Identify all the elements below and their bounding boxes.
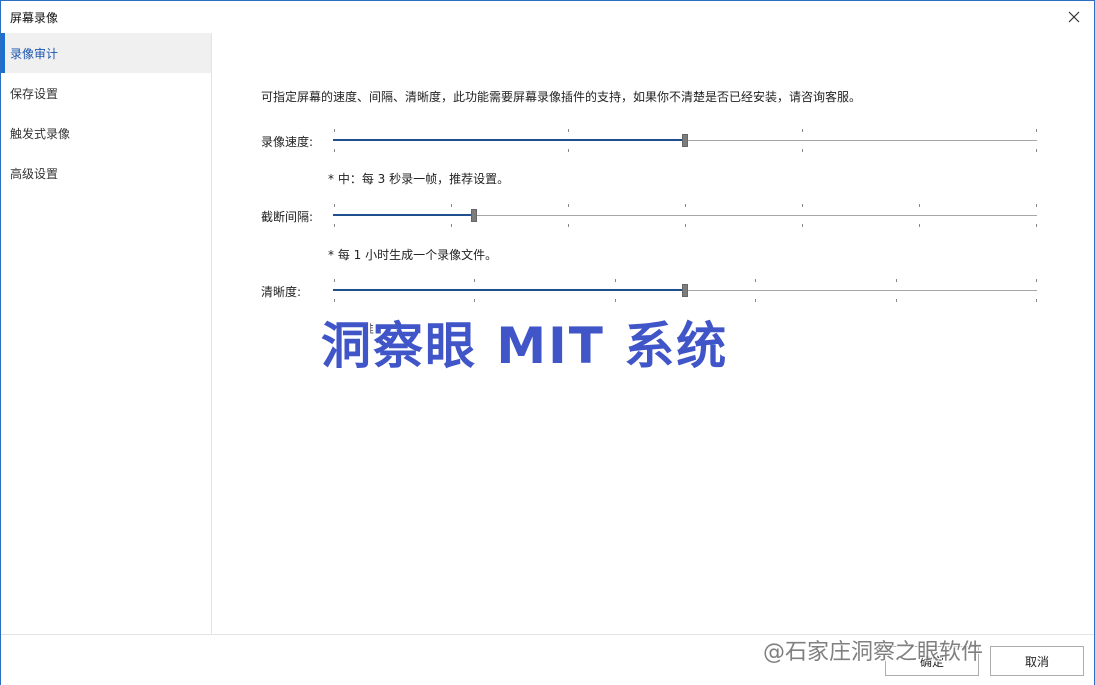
slider-tick: [802, 129, 803, 132]
slider-tick: [334, 149, 335, 152]
slider-tick: [568, 149, 569, 152]
window-title: 屏幕录像: [10, 11, 59, 25]
slider-fill: [333, 289, 685, 291]
slider-tick: [1036, 149, 1037, 152]
interval-note: * 每 1 小时生成一个录像文件。: [328, 248, 498, 262]
slider-tick: [1036, 224, 1037, 227]
slider-tick: [334, 224, 335, 227]
sidebar-item-advanced-settings[interactable]: 高级设置: [1, 153, 211, 193]
close-icon: [1068, 11, 1080, 23]
speed-slider[interactable]: [333, 129, 1037, 153]
slider-tick: [568, 224, 569, 227]
slider-tick: [685, 204, 686, 207]
slider-tick: [802, 204, 803, 207]
slider-tick: [919, 224, 920, 227]
slider-tick: [802, 224, 803, 227]
slider-tick: [568, 204, 569, 207]
sidebar-item-triggered-recording[interactable]: 触发式录像: [1, 113, 211, 153]
slider-thumb[interactable]: [682, 284, 688, 297]
interval-slider[interactable]: [333, 204, 1037, 228]
slider-tick: [896, 279, 897, 282]
slider-tick: [1036, 129, 1037, 132]
feature-description: 可指定屏幕的速度、间隔、清晰度，此功能需要屏幕录像插件的支持，如果你不清楚是否已…: [261, 90, 862, 104]
slider-tick: [474, 279, 475, 282]
slider-tick: [1036, 204, 1037, 207]
speed-note: * 中：每 3 秒录一帧，推荐设置。: [328, 172, 510, 186]
sidebar-item-label: 触发式录像: [10, 127, 71, 141]
sidebar: 录像审计 保存设置 触发式录像 高级设置: [1, 33, 212, 634]
slider-fill: [333, 214, 474, 216]
slider-tick: [615, 279, 616, 282]
sidebar-item-label: 保存设置: [10, 87, 59, 101]
clarity-slider[interactable]: [333, 279, 1037, 303]
slider-fill: [333, 139, 685, 141]
slider-tick: [334, 279, 335, 282]
slider-tick: [334, 129, 335, 132]
speed-label: 录像速度:: [261, 135, 314, 149]
slider-tick: [568, 129, 569, 132]
slider-tick: [896, 299, 897, 302]
watermark-title: 洞察眼 MIT 系统: [321, 317, 729, 375]
slider-tick: [615, 299, 616, 302]
slider-tick: [685, 224, 686, 227]
slider-tick: [451, 204, 452, 207]
slider-tick: [451, 224, 452, 227]
slider-thumb[interactable]: [682, 134, 688, 147]
slider-tick: [334, 204, 335, 207]
title-bar: 屏幕录像: [1, 1, 1094, 33]
slider-tick: [1036, 299, 1037, 302]
sidebar-item-save-settings[interactable]: 保存设置: [1, 73, 211, 113]
slider-tick: [334, 299, 335, 302]
slider-tick: [919, 204, 920, 207]
close-button[interactable]: [1054, 1, 1094, 33]
watermark-corner: @石家庄洞察之眼软件: [763, 640, 984, 665]
slider-tick: [755, 299, 756, 302]
sidebar-item-recording-audit[interactable]: 录像审计: [1, 33, 211, 73]
slider-tick: [474, 299, 475, 302]
slider-tick: [1036, 279, 1037, 282]
slider-thumb[interactable]: [470, 209, 477, 222]
interval-label: 截断间隔:: [261, 210, 314, 224]
slider-tick: [802, 149, 803, 152]
cancel-button[interactable]: 取消: [990, 646, 1084, 676]
sidebar-item-label: 录像审计: [10, 47, 59, 61]
slider-tick: [755, 279, 756, 282]
screen-recording-dialog: 屏幕录像 录像审计 保存设置 触发式录像 高级设置 可指定屏幕的速度、间隔、清晰…: [0, 0, 1095, 685]
active-indicator: [1, 33, 5, 73]
clarity-label: 清晰度:: [261, 285, 302, 299]
sidebar-item-label: 高级设置: [10, 167, 59, 181]
